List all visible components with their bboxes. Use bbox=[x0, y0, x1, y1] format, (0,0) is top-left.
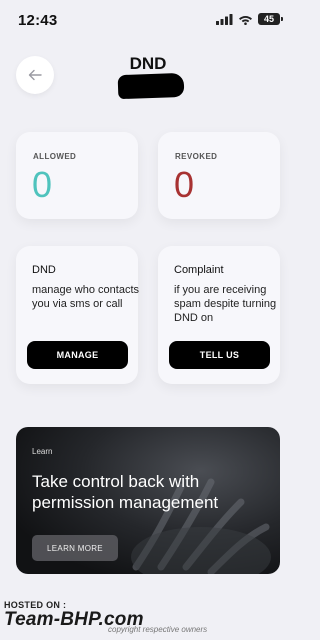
allowed-value: 0 bbox=[32, 164, 53, 205]
manage-button[interactable]: MANAGE bbox=[27, 341, 128, 369]
dnd-card: DND manage who contacts you via sms or c… bbox=[16, 246, 139, 384]
status-time: 12:43 bbox=[18, 12, 58, 29]
dnd-card-description: manage who contacts you via sms or call bbox=[32, 284, 140, 310]
learn-more-button[interactable]: LEARN MORE bbox=[32, 535, 118, 561]
tell-us-button[interactable]: TELL US bbox=[169, 341, 270, 369]
learn-headline: Take control back with permission manage… bbox=[32, 472, 219, 512]
redaction-mark bbox=[117, 72, 185, 100]
complaint-card: Complaint if you are receiving spam desp… bbox=[158, 246, 280, 384]
signal-icon bbox=[216, 13, 233, 25]
battery-icon: 45 bbox=[258, 13, 283, 25]
learn-tag: Learn bbox=[32, 447, 53, 456]
revoked-label: REVOKED bbox=[175, 152, 218, 161]
watermark-owner: copyright respective owners bbox=[108, 625, 208, 634]
status-icons: 45 bbox=[216, 13, 283, 25]
revoked-card: REVOKED 0 bbox=[158, 132, 280, 219]
allowed-label: ALLOWED bbox=[33, 152, 77, 161]
complaint-card-title: Complaint bbox=[174, 264, 224, 276]
wifi-icon bbox=[239, 15, 252, 25]
watermark: HOSTED ON : Team-BHP.com copyright respe… bbox=[0, 598, 296, 640]
complaint-card-description: if you are receiving spam despite turnin… bbox=[174, 284, 277, 324]
allowed-card: ALLOWED 0 bbox=[16, 132, 138, 219]
page-title: DND bbox=[129, 54, 167, 73]
revoked-value: 0 bbox=[174, 164, 195, 205]
dnd-card-title: DND bbox=[32, 264, 56, 276]
status-bar: 12:43 45 bbox=[0, 0, 296, 40]
learn-card[interactable]: Learn Take control back with permission … bbox=[16, 427, 280, 574]
